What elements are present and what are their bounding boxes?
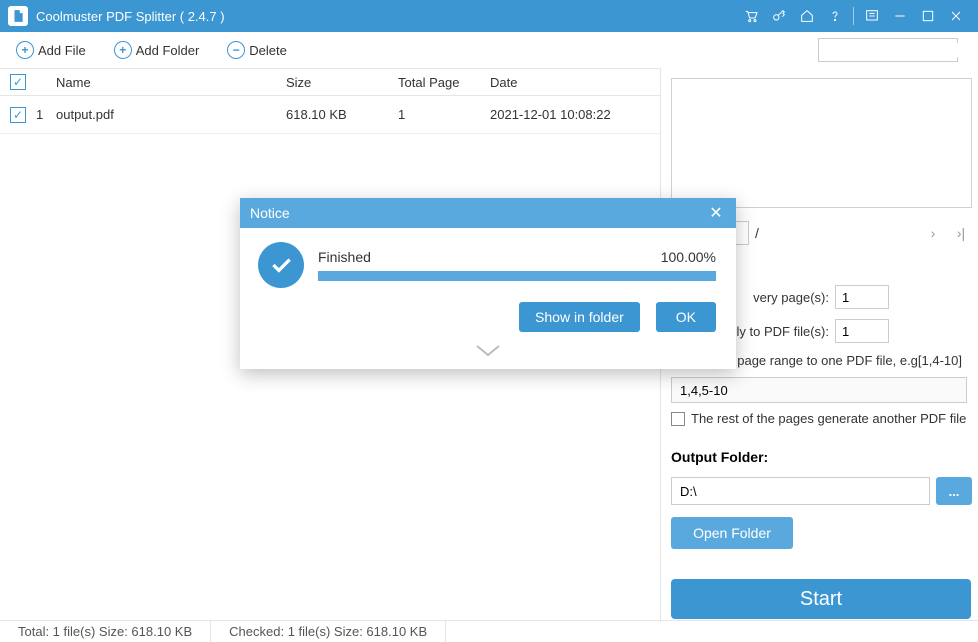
output-folder-input[interactable] [671,477,930,505]
delete-icon: − [227,41,245,59]
add-folder-icon: + [114,41,132,59]
row-total-page: 1 [398,107,490,122]
titlebar: Coolmuster PDF Splitter ( 2.4.7 ) [0,0,978,32]
start-button[interactable]: Start [671,579,971,619]
dialog-title: Notice [250,205,290,221]
col-date[interactable]: Date [490,75,660,90]
toolbar: + Add File + Add Folder − Delete [0,32,978,68]
dialog-expand-icon[interactable] [240,342,736,369]
success-check-icon [258,242,304,288]
close-icon[interactable] [942,2,970,30]
delete-button[interactable]: − Delete [219,37,295,63]
home-icon[interactable] [793,2,821,30]
table-header: ✓ Name Size Total Page Date [0,68,660,96]
notice-dialog: Notice ✕ Finished 100.00% Show in folder… [240,198,736,369]
dialog-close-icon[interactable]: ✕ [706,203,726,223]
dialog-status: Finished [318,249,371,265]
key-icon[interactable] [765,2,793,30]
col-name[interactable]: Name [54,75,286,90]
next-page-icon[interactable]: › [922,222,944,244]
page-separator: / [755,225,759,241]
col-total-page[interactable]: Total Page [398,75,490,90]
cart-icon[interactable] [737,2,765,30]
search-input[interactable] [823,43,978,57]
avg-files-input[interactable] [835,319,889,343]
range-input[interactable] [671,377,967,403]
maximize-icon[interactable] [914,2,942,30]
help-icon[interactable] [821,2,849,30]
select-all-checkbox[interactable]: ✓ [10,74,26,90]
statusbar: Total: 1 file(s) Size: 618.10 KB Checked… [0,620,978,642]
search-box[interactable] [818,38,958,62]
table-row[interactable]: ✓ 1 output.pdf 618.10 KB 1 2021-12-01 10… [0,96,660,134]
window-title: Coolmuster PDF Splitter ( 2.4.7 ) [36,9,225,24]
feedback-icon[interactable] [858,2,886,30]
rest-pages-checkbox[interactable] [671,412,685,426]
dialog-titlebar: Notice ✕ [240,198,736,228]
ok-button[interactable]: OK [656,302,716,332]
add-folder-label: Add Folder [136,43,200,58]
status-checked: Checked: 1 file(s) Size: 618.10 KB [211,621,446,642]
row-checkbox[interactable]: ✓ [10,107,26,123]
add-file-label: Add File [38,43,86,58]
minimize-icon[interactable] [886,2,914,30]
col-size[interactable]: Size [286,75,398,90]
row-index: 1 [36,107,54,122]
dialog-percent: 100.00% [661,249,716,265]
add-file-button[interactable]: + Add File [8,37,94,63]
progress-bar [318,271,716,281]
delete-label: Delete [249,43,287,58]
row-date: 2021-12-01 10:08:22 [490,107,660,122]
app-logo [8,6,28,26]
row-name: output.pdf [54,107,286,122]
show-in-folder-button[interactable]: Show in folder [519,302,640,332]
add-file-icon: + [16,41,34,59]
status-total: Total: 1 file(s) Size: 618.10 KB [0,621,211,642]
every-pages-input[interactable] [835,285,889,309]
row-size: 618.10 KB [286,107,398,122]
browse-button[interactable]: ... [936,477,972,505]
output-folder-label: Output Folder: [671,449,972,465]
open-folder-button[interactable]: Open Folder [671,517,793,549]
rest-pages-label: The rest of the pages generate another P… [691,411,966,426]
add-folder-button[interactable]: + Add Folder [106,37,208,63]
last-page-icon[interactable]: ›| [950,222,972,244]
preview-box [671,78,972,208]
